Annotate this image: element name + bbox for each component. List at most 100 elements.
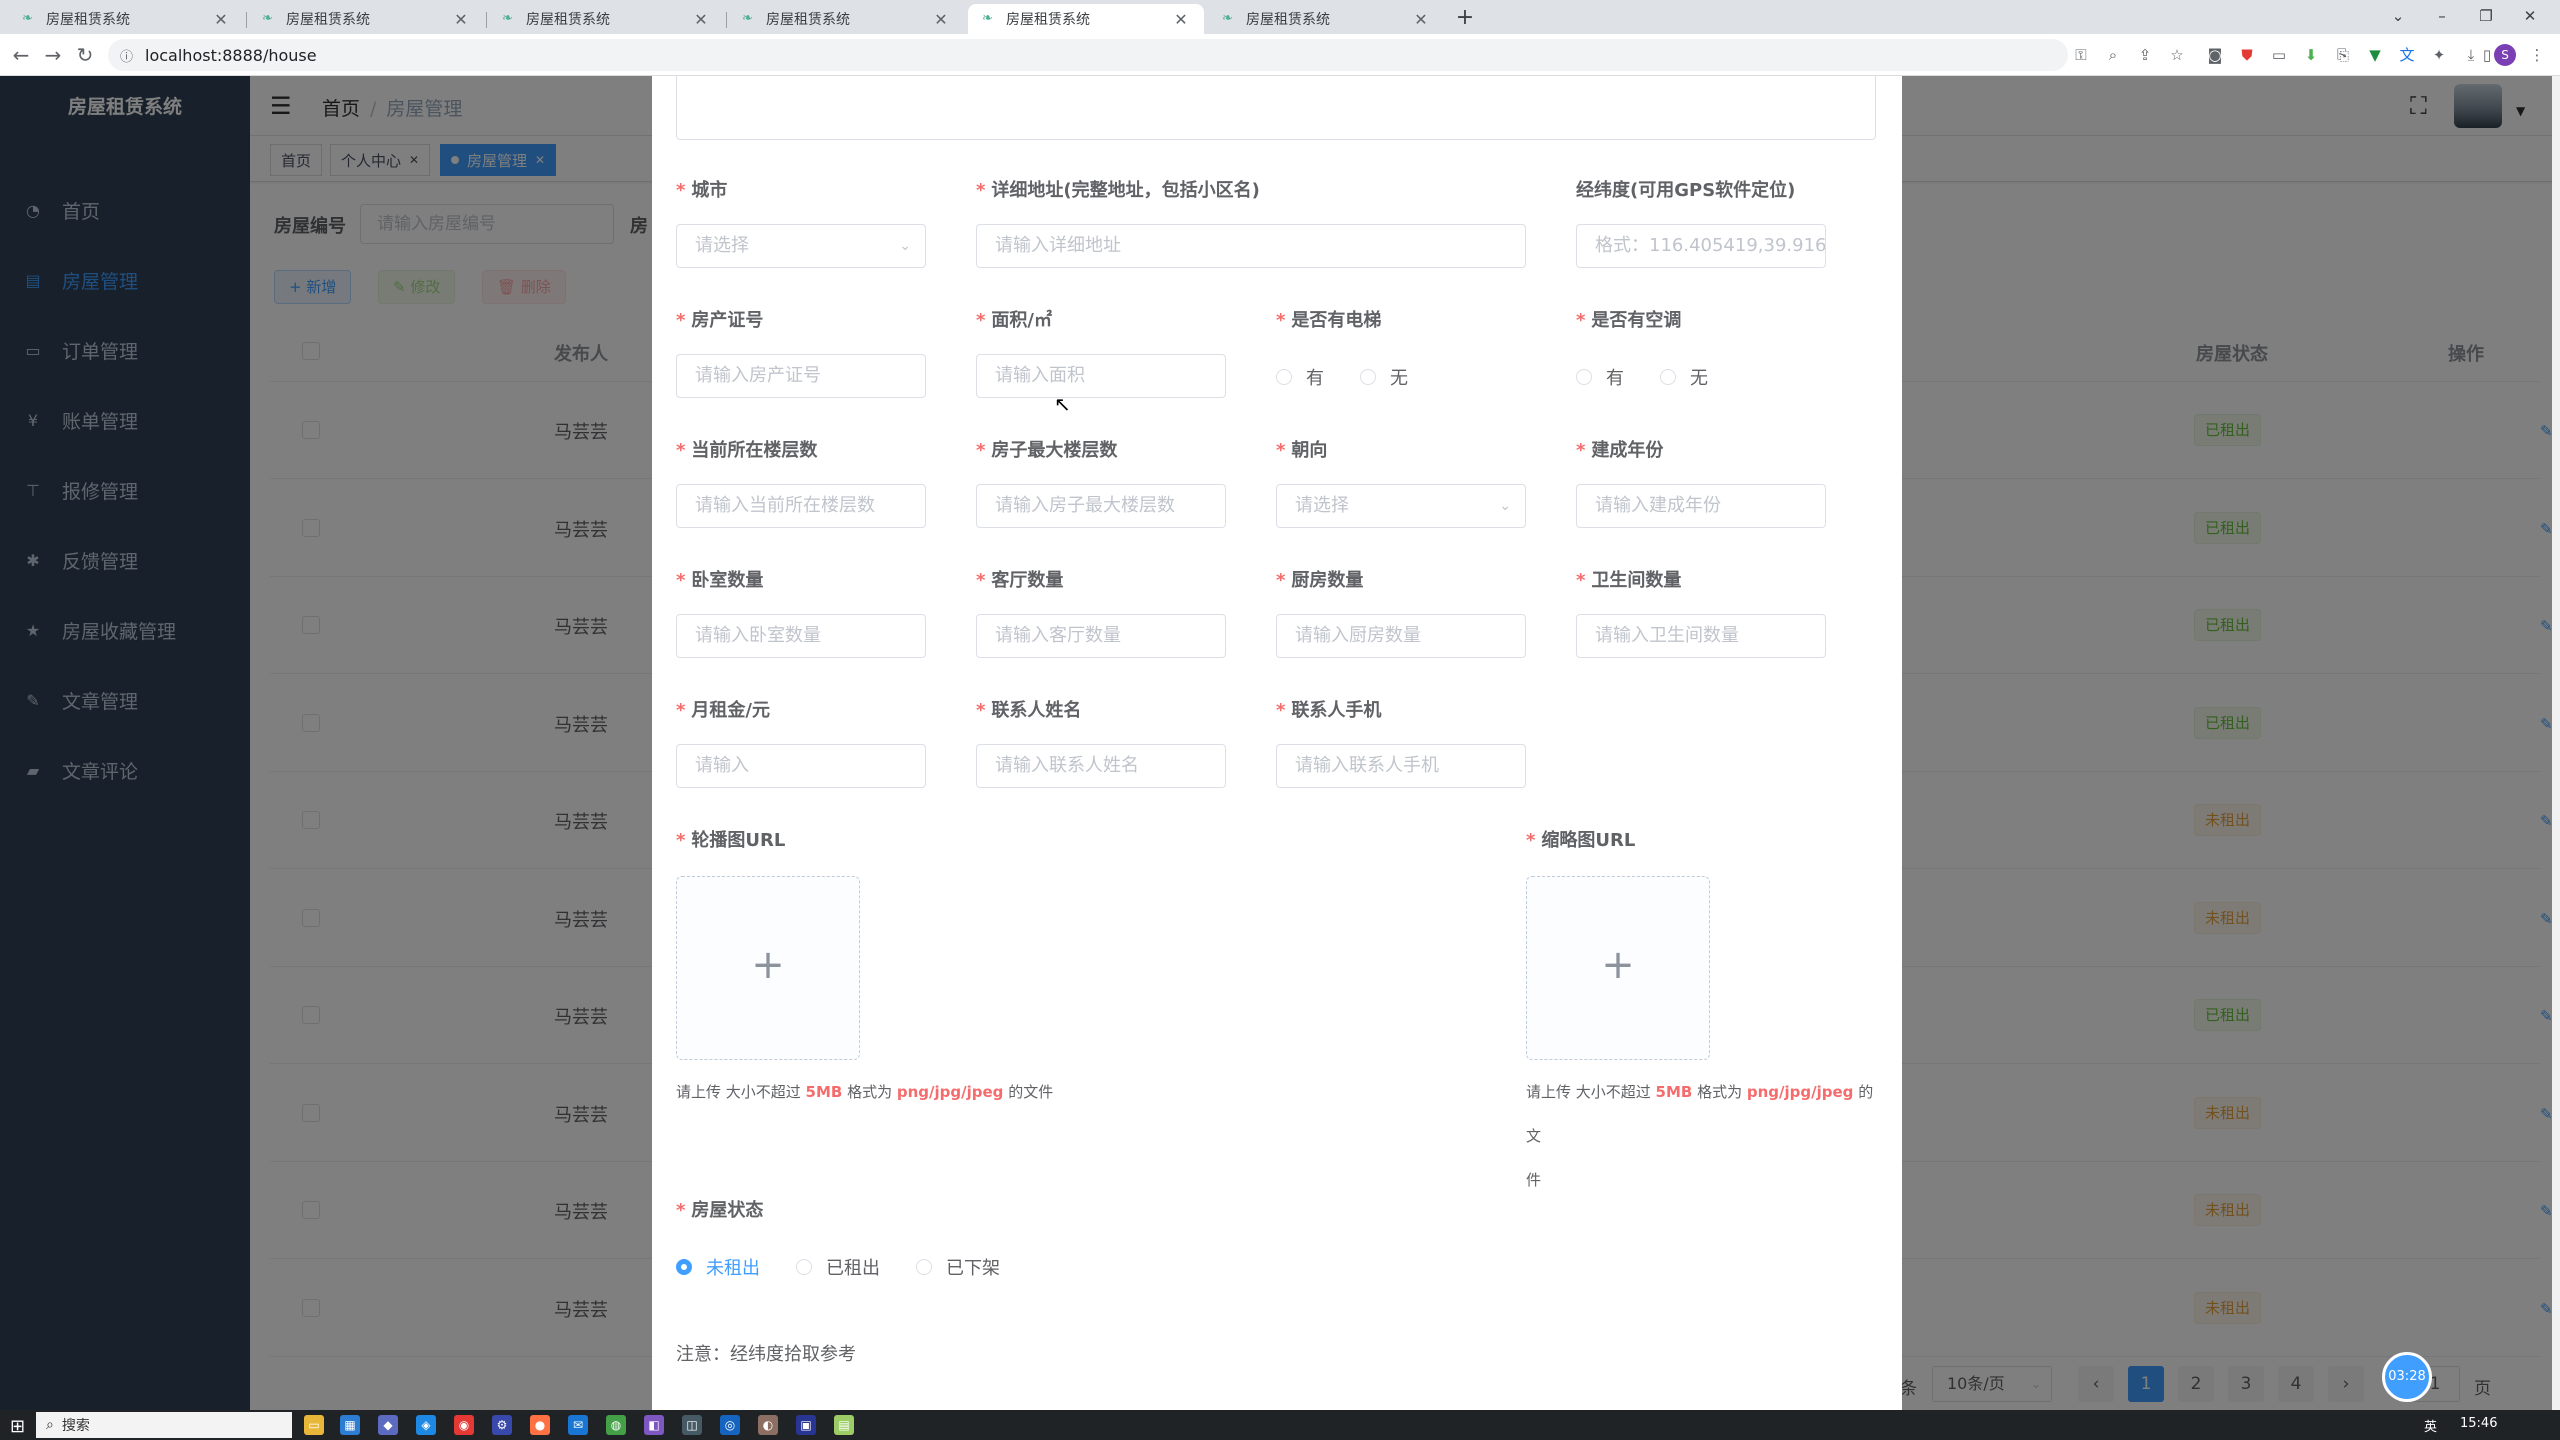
url-text: localhost:8888/house: [145, 45, 317, 65]
menu-kebab-icon[interactable]: ⋮: [2526, 44, 2548, 66]
store-icon[interactable]: ▦: [340, 1415, 360, 1435]
radio-label: 已租出: [826, 1258, 880, 1279]
city-select[interactable]: 请选择 ⌄: [676, 224, 926, 268]
aircon-no-radio[interactable]: 无: [1660, 364, 1708, 390]
bath-input[interactable]: 请输入卫生间数量: [1576, 614, 1826, 658]
site-favicon-icon: ❧: [982, 11, 993, 26]
cert-input[interactable]: 请输入房产证号: [676, 354, 926, 398]
reload-icon[interactable]: ↻: [72, 42, 98, 68]
close-icon[interactable]: ✕: [1172, 10, 1190, 29]
info-icon[interactable]: ⓘ: [120, 46, 133, 65]
address-input[interactable]: 请输入详细地址: [976, 224, 1526, 268]
latlng-note-link[interactable]: 注意：经纬度拾取参考: [676, 1340, 856, 1366]
maxfloor-input[interactable]: 请输入房子最大楼层数: [976, 484, 1226, 528]
app-icon[interactable]: ◎: [720, 1415, 740, 1435]
browser-tab[interactable]: ❧ 房屋租赁系统 ✕: [8, 4, 244, 34]
browser-tab[interactable]: ❧ 房屋租赁系统 ✕: [248, 4, 484, 34]
floor-input[interactable]: 请输入当前所在楼层数: [676, 484, 926, 528]
living-input[interactable]: 请输入客厅数量: [976, 614, 1226, 658]
kitchen-input[interactable]: 请输入厨房数量: [1276, 614, 1526, 658]
forward-arrow-icon[interactable]: →: [40, 42, 66, 68]
extension-translate-icon[interactable]: 文: [2396, 44, 2418, 66]
area-input[interactable]: 请输入面积: [976, 354, 1226, 398]
browser-tab-active[interactable]: ❧ 房屋租赁系统 ✕: [968, 4, 1204, 34]
extension-clipboard-icon[interactable]: ▭: [2268, 44, 2290, 66]
extension-shield-icon[interactable]: ⛊: [2236, 44, 2258, 66]
tab-title: 房屋租赁系统: [286, 12, 370, 28]
required-mark: *: [976, 310, 986, 331]
settings-icon[interactable]: ⚙: [492, 1415, 512, 1435]
app-icon[interactable]: ◫: [682, 1415, 702, 1435]
close-icon[interactable]: ✕: [692, 10, 710, 29]
extension-download-icon[interactable]: ⬇: [2300, 44, 2322, 66]
tab-divider: [486, 12, 487, 28]
ide-icon[interactable]: ▣: [796, 1415, 816, 1435]
notepad-icon[interactable]: ▤: [834, 1415, 854, 1435]
banner-upload[interactable]: +: [676, 876, 860, 1060]
app-icon[interactable]: ◈: [416, 1415, 436, 1435]
thumb-label: * 缩略图URL: [1526, 826, 1635, 852]
required-mark: *: [676, 180, 686, 201]
extension-camera-icon[interactable]: ◙: [2204, 44, 2226, 66]
tip-format: png/jpg/jpeg: [896, 1083, 1004, 1101]
zoom-icon[interactable]: ⌕: [2102, 44, 2124, 66]
rent-input[interactable]: 请输入: [676, 744, 926, 788]
required-mark: *: [1576, 440, 1586, 461]
close-icon[interactable]: ✕: [452, 10, 470, 29]
app-icon[interactable]: ◐: [758, 1415, 778, 1435]
ime-indicator[interactable]: 英: [2424, 1416, 2437, 1435]
thumb-upload[interactable]: +: [1526, 876, 1710, 1060]
floating-timer[interactable]: 03:28: [2382, 1352, 2432, 1402]
browser-tab[interactable]: ❧ 房屋租赁系统 ✕: [1208, 4, 1444, 34]
chrome-icon[interactable]: ◉: [454, 1415, 474, 1435]
wechat-icon[interactable]: ◍: [606, 1415, 626, 1435]
bookmark-star-icon[interactable]: ☆: [2166, 44, 2188, 66]
taskbar-clock[interactable]: 15:46: [2460, 1416, 2497, 1431]
city-label: * 城市: [676, 176, 727, 202]
status-unrented-radio[interactable]: 未租出: [676, 1254, 760, 1280]
file-explorer-icon[interactable]: ▭: [304, 1415, 324, 1435]
profile-avatar[interactable]: S: [2494, 44, 2516, 66]
page-scrollbar[interactable]: [2552, 76, 2560, 1410]
taskbar-search[interactable]: ⌕ 搜索: [36, 1412, 292, 1438]
elevator-label-text: 是否有电梯: [1291, 310, 1382, 331]
year-input[interactable]: 请输入建成年份: [1576, 484, 1826, 528]
textarea-field[interactable]: [676, 76, 1876, 140]
minimize-button[interactable]: –: [2420, 2, 2464, 30]
contact-input[interactable]: 请输入联系人姓名: [976, 744, 1226, 788]
mail-icon[interactable]: ✉: [568, 1415, 588, 1435]
new-tab-button[interactable]: +: [1452, 5, 1478, 31]
city-select-placeholder: 请选择: [695, 235, 749, 256]
app-icon[interactable]: ◆: [378, 1415, 398, 1435]
tab-search-chevron-icon[interactable]: ⌄: [2376, 2, 2420, 30]
elevator-no-radio[interactable]: 无: [1360, 364, 1408, 390]
windows-start-icon[interactable]: ⊞: [10, 1416, 25, 1437]
extensions-puzzle-icon[interactable]: ✦: [2428, 44, 2450, 66]
elevator-yes-radio[interactable]: 有: [1276, 364, 1324, 390]
required-mark: *: [976, 440, 986, 461]
bedroom-input[interactable]: 请输入卧室数量: [676, 614, 926, 658]
status-rented-radio[interactable]: 已租出: [796, 1254, 880, 1280]
back-arrow-icon[interactable]: ←: [8, 42, 34, 68]
area-label: * 面积/㎡: [976, 306, 1052, 332]
close-icon[interactable]: ✕: [1412, 10, 1430, 29]
close-icon[interactable]: ✕: [212, 10, 230, 29]
browser-tab[interactable]: ❧ 房屋租赁系统 ✕: [488, 4, 724, 34]
phone-input[interactable]: 请输入联系人手机: [1276, 744, 1526, 788]
close-icon[interactable]: ✕: [932, 10, 950, 29]
status-offline-radio[interactable]: 已下架: [916, 1254, 1000, 1280]
key-icon[interactable]: ⚿: [2070, 44, 2092, 66]
firefox-icon[interactable]: ●: [530, 1415, 550, 1435]
browser-tab[interactable]: ❧ 房屋租赁系统 ✕: [728, 4, 964, 34]
latlng-label: 经纬度(可用GPS软件定位): [1576, 180, 1796, 201]
orientation-select[interactable]: 请选择 ⌄: [1276, 484, 1526, 528]
restore-button[interactable]: ❐: [2464, 2, 2508, 30]
latlng-input[interactable]: 格式：116.405419,39.9162: [1576, 224, 1826, 268]
url-field[interactable]: ⓘ localhost:8888/house: [108, 39, 2068, 71]
window-close-button[interactable]: ✕: [2508, 2, 2552, 30]
extension-copy-icon[interactable]: ⎘: [2332, 44, 2354, 66]
extension-vue-icon[interactable]: ▼: [2364, 44, 2386, 66]
share-icon[interactable]: ⇪: [2134, 44, 2156, 66]
app-icon[interactable]: ◧: [644, 1415, 664, 1435]
aircon-yes-radio[interactable]: 有: [1576, 364, 1624, 390]
